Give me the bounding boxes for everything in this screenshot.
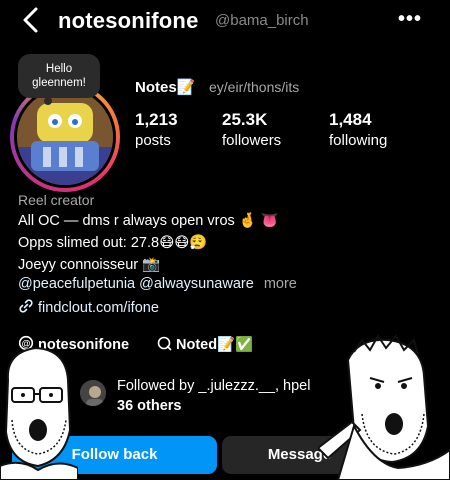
posts-label[interactable]: posts — [135, 132, 171, 149]
chevron-left-icon — [23, 7, 38, 33]
bio-line-2: Opps slimed out: 27.8😷😷😮‍💨 — [18, 234, 207, 251]
link-icon — [19, 299, 33, 313]
right-wojak-drawing — [318, 334, 450, 480]
bio-line-3-text: Joeyy connoisseur — [18, 257, 139, 273]
note-text-line2: gleennem! — [32, 77, 86, 89]
back-button[interactable] — [20, 6, 44, 34]
memo-emoji: 📝 — [176, 79, 196, 96]
more-options-button[interactable]: ••• — [398, 8, 422, 31]
mutual-follower-avatar[interactable] — [78, 378, 108, 408]
bio-line-2-text: Opps slimed out: 27.8 — [18, 235, 160, 251]
left-wojak-drawing — [0, 346, 78, 480]
followers-label[interactable]: followers — [222, 132, 281, 149]
notes-badge-emoji: 📝✅ — [217, 337, 254, 353]
bio-link[interactable]: findclout.com/ifone — [18, 298, 159, 316]
bio-line-1-emoji: 🤞 👅 — [238, 213, 279, 229]
category-label: Reel creator — [18, 192, 95, 208]
bio-line-1: All OC — dms r always open vros 🤞 👅 — [18, 212, 279, 229]
search-note-icon — [157, 336, 172, 351]
bio-line-3: Joeyy connoisseur 📸 — [18, 256, 160, 273]
top-bar: notesonifone @bama_birch ••• — [0, 0, 450, 44]
bio-mentions-row: @peacefulpetunia @alwaysunaware more — [18, 276, 297, 292]
display-name-text: Notes — [135, 79, 177, 96]
posts-count[interactable]: 1,213 — [135, 110, 178, 130]
avatar-illustration — [17, 89, 113, 185]
bio-link-text: findclout.com/ifone — [38, 300, 159, 316]
watermark-handle: @bama_birch — [215, 12, 309, 29]
display-name: Notes📝 — [135, 78, 195, 96]
followed-by-line1: Followed by _.julezzz.__, hpel — [117, 378, 311, 394]
notes-badge[interactable]: Noted📝✅ — [156, 335, 253, 353]
bio-more-link[interactable]: more — [264, 276, 297, 292]
profile-username: notesonifone — [58, 8, 199, 33]
avatar-image — [17, 89, 113, 185]
bio-line-1-text: All OC — dms r always open vros — [18, 213, 235, 229]
bio-line-2-emoji: 😷😷😮‍💨 — [159, 235, 208, 251]
profile-note-bubble[interactable]: Hello gleennem! — [18, 54, 100, 105]
note-text-line1: Hello — [45, 63, 73, 75]
bio-mentions[interactable]: @peacefulpetunia @alwaysunaware — [18, 276, 254, 292]
pronouns: ey/eir/thons/its — [209, 79, 300, 95]
bio-line-3-emoji: 📸 — [142, 257, 161, 273]
followed-by-text[interactable]: Followed by _.julezzz.__, hpel 36 others — [117, 376, 310, 416]
notes-badge-text: Noted — [176, 337, 218, 353]
avatar[interactable] — [10, 82, 120, 192]
followers-count[interactable]: 25.3K — [222, 110, 267, 130]
following-label[interactable]: following — [329, 132, 387, 149]
followed-by-line2: 36 others — [117, 398, 182, 414]
following-count[interactable]: 1,484 — [329, 110, 372, 130]
